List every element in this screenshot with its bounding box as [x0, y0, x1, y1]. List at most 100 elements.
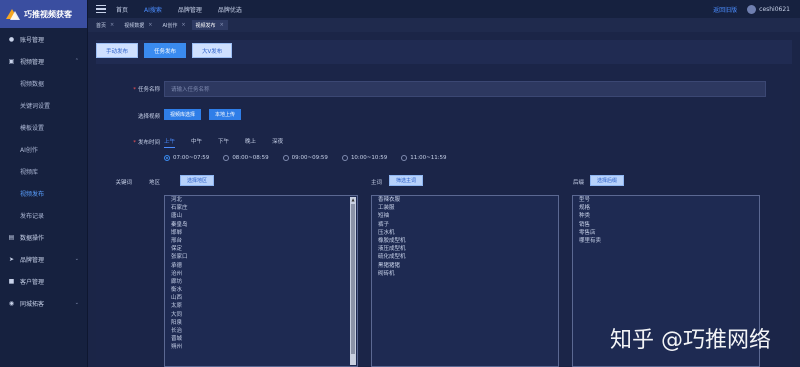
list-item[interactable]: 黑猪猪猪	[372, 262, 558, 270]
list-item[interactable]: 橡胶成型机	[372, 237, 558, 245]
list-item[interactable]: 液压成型机	[372, 245, 558, 253]
sidebar-sub-publish-records[interactable]: 发布记录	[0, 204, 87, 226]
top-link-brand-manage[interactable]: 品牌管理	[178, 5, 202, 14]
logo[interactable]: 巧推视频获客	[0, 0, 87, 28]
time-tab-afternoon[interactable]: 下午	[218, 137, 229, 148]
list-item[interactable]: 大同	[165, 311, 357, 319]
list-item[interactable]: 型号	[573, 196, 759, 204]
list-item[interactable]: 哪里有卖	[573, 237, 759, 245]
bigv-publish-button[interactable]: 大V发布	[192, 43, 233, 58]
list-item[interactable]: 唐山	[165, 212, 357, 220]
time-tab-evening[interactable]: 晚上	[245, 137, 256, 148]
list-item[interactable]: 工装服	[372, 204, 558, 212]
task-name-input[interactable]: 请输入任务名称	[164, 81, 766, 97]
logo-icon	[6, 7, 20, 21]
list-item[interactable]: 销售	[573, 221, 759, 229]
main-word-listbox[interactable]: 香辣衣服 工装服 短袖 裤子 压水机 橡胶成型机 液压成型机 硫化成型机 黑猪猪猪 砌砖机	[371, 195, 559, 367]
list-item[interactable]: 衡水	[165, 286, 357, 294]
scroll-thumb[interactable]	[351, 204, 355, 354]
list-item[interactable]: 阳泉	[165, 319, 357, 327]
local-upload-button[interactable]: 本地上传	[209, 109, 242, 120]
sidebar-nav: ● 账号管理 ▣ 视频管理 ⌃ 视频数据 关键词设置 模板设置 AI创作 视频库…	[0, 28, 87, 314]
list-item[interactable]: 山西	[165, 294, 357, 302]
time-slot-0[interactable]: 07:00~07:59	[164, 155, 209, 161]
customer-icon: ■	[8, 277, 15, 285]
sidebar-item-brand[interactable]: ➤ 品牌管理 ⌄	[0, 248, 87, 270]
top-link-brand-select[interactable]: 品牌优选	[218, 5, 242, 14]
user-menu[interactable]: ceshi0621	[747, 4, 790, 14]
close-icon[interactable]: ×	[181, 22, 185, 28]
tab-ai-create[interactable]: AI创作 ×	[158, 20, 189, 30]
list-item[interactable]: 香辣衣服	[372, 196, 558, 204]
list-item[interactable]: 长治	[165, 327, 357, 335]
region-listbox[interactable]: ▲ 河北 石家庄 唐山 秦皇岛 邯郸 邢台 保定 张家口 承德 沧州 廊坊 衡水 山西 太原 大同 阳泉 长治晋…	[164, 195, 358, 367]
list-item[interactable]: 砌砖机	[372, 270, 558, 278]
list-item[interactable]: 朔州	[165, 343, 357, 351]
list-item[interactable]: 规格	[573, 204, 759, 212]
list-item[interactable]: 短袖	[372, 212, 558, 220]
list-item[interactable]: 硫化成型机	[372, 253, 558, 261]
task-publish-button[interactable]: 任务发布	[144, 43, 187, 58]
sidebar-item-video[interactable]: ▣ 视频管理 ⌃	[0, 50, 87, 72]
time-slot-3[interactable]: 10:00~10:59	[341, 155, 387, 161]
close-icon[interactable]: ×	[220, 22, 224, 28]
sidebar-sub-template-settings[interactable]: 模板设置	[0, 116, 87, 138]
list-item[interactable]: 压水机	[372, 229, 558, 237]
filter-main-word-button[interactable]: 筛选主词	[389, 175, 424, 186]
list-item[interactable]: 邯郸	[165, 229, 357, 237]
back-old-version-link[interactable]: 返回旧版	[713, 5, 737, 14]
list-item[interactable]: 沧州	[165, 270, 357, 278]
list-item[interactable]: 种类	[573, 212, 759, 220]
top-link-ai-search[interactable]: AI搜索	[144, 5, 162, 14]
page-tabs: 首页 × 视频数据 × AI创作 × 视频发布 ×	[88, 18, 800, 32]
sidebar-sub-video-data[interactable]: 视频数据	[0, 72, 87, 94]
time-slot-4[interactable]: 11:00~11:59	[401, 155, 447, 161]
chevron-down-icon: ⌄	[74, 256, 79, 262]
close-icon[interactable]: ×	[148, 22, 152, 28]
list-item[interactable]: 秦皇岛	[165, 221, 357, 229]
list-item[interactable]: 晋城	[165, 335, 357, 343]
select-region-button[interactable]: 选择地区	[180, 175, 215, 186]
time-tab-morning[interactable]: 上午	[164, 137, 176, 148]
sidebar-sub-video-publish[interactable]: 视频发布	[0, 182, 87, 204]
list-item[interactable]: 零售店	[573, 229, 759, 237]
region-scrollbar[interactable]: ▲	[350, 197, 356, 365]
radio-selected[interactable]	[164, 155, 170, 161]
list-item[interactable]: 石家庄	[165, 204, 357, 212]
manual-publish-button[interactable]: 手动发布	[96, 43, 139, 58]
sidebar-item-local[interactable]: ◉ 同城拓客 ⌄	[0, 292, 87, 314]
list-item[interactable]: 张家口	[165, 253, 357, 261]
sidebar-sub-ai-create[interactable]: AI创作	[0, 138, 87, 160]
tab-video-publish[interactable]: 视频发布 ×	[191, 20, 228, 30]
video-library-select-button[interactable]: 视频库选择	[164, 109, 202, 120]
radio[interactable]	[341, 155, 348, 161]
location-icon: ◉	[8, 299, 15, 307]
sidebar-item-account[interactable]: ● 账号管理	[0, 28, 87, 50]
list-item[interactable]: 廊坊	[165, 278, 357, 286]
suffix-label: 后缀	[572, 180, 584, 186]
time-slot-2[interactable]: 09:00~09:59	[282, 155, 328, 161]
list-item[interactable]: 河北	[165, 196, 357, 204]
list-item[interactable]: 邢台	[165, 237, 357, 245]
sidebar-sub-video-library[interactable]: 视频库	[0, 160, 87, 182]
sidebar-sub-keyword-settings[interactable]: 关键词设置	[0, 94, 87, 116]
top-link-home[interactable]: 首页	[116, 5, 128, 14]
sidebar-item-data-ops[interactable]: ▤ 数据操作	[0, 226, 87, 248]
sidebar-item-customer[interactable]: ■ 客户管理	[0, 270, 87, 292]
radio[interactable]	[401, 155, 408, 161]
radio[interactable]	[223, 155, 230, 161]
time-slot-1[interactable]: 08:00~08:59	[223, 155, 269, 161]
list-item[interactable]: 太原	[165, 302, 357, 310]
tab-video-data[interactable]: 视频数据 ×	[120, 20, 156, 30]
close-icon[interactable]: ×	[110, 22, 114, 28]
radio[interactable]	[282, 155, 289, 161]
time-tab-late-night[interactable]: 深夜	[272, 137, 283, 148]
list-item[interactable]: 保定	[165, 245, 357, 253]
time-tab-noon[interactable]: 中午	[191, 137, 202, 148]
list-item[interactable]: 裤子	[372, 221, 558, 229]
scroll-up-icon[interactable]: ▲	[350, 197, 356, 203]
menu-toggle-icon[interactable]	[96, 4, 106, 14]
select-suffix-button[interactable]: 选择后缀	[590, 175, 625, 186]
list-item[interactable]: 承德	[165, 262, 357, 270]
tab-home[interactable]: 首页 ×	[92, 20, 118, 30]
